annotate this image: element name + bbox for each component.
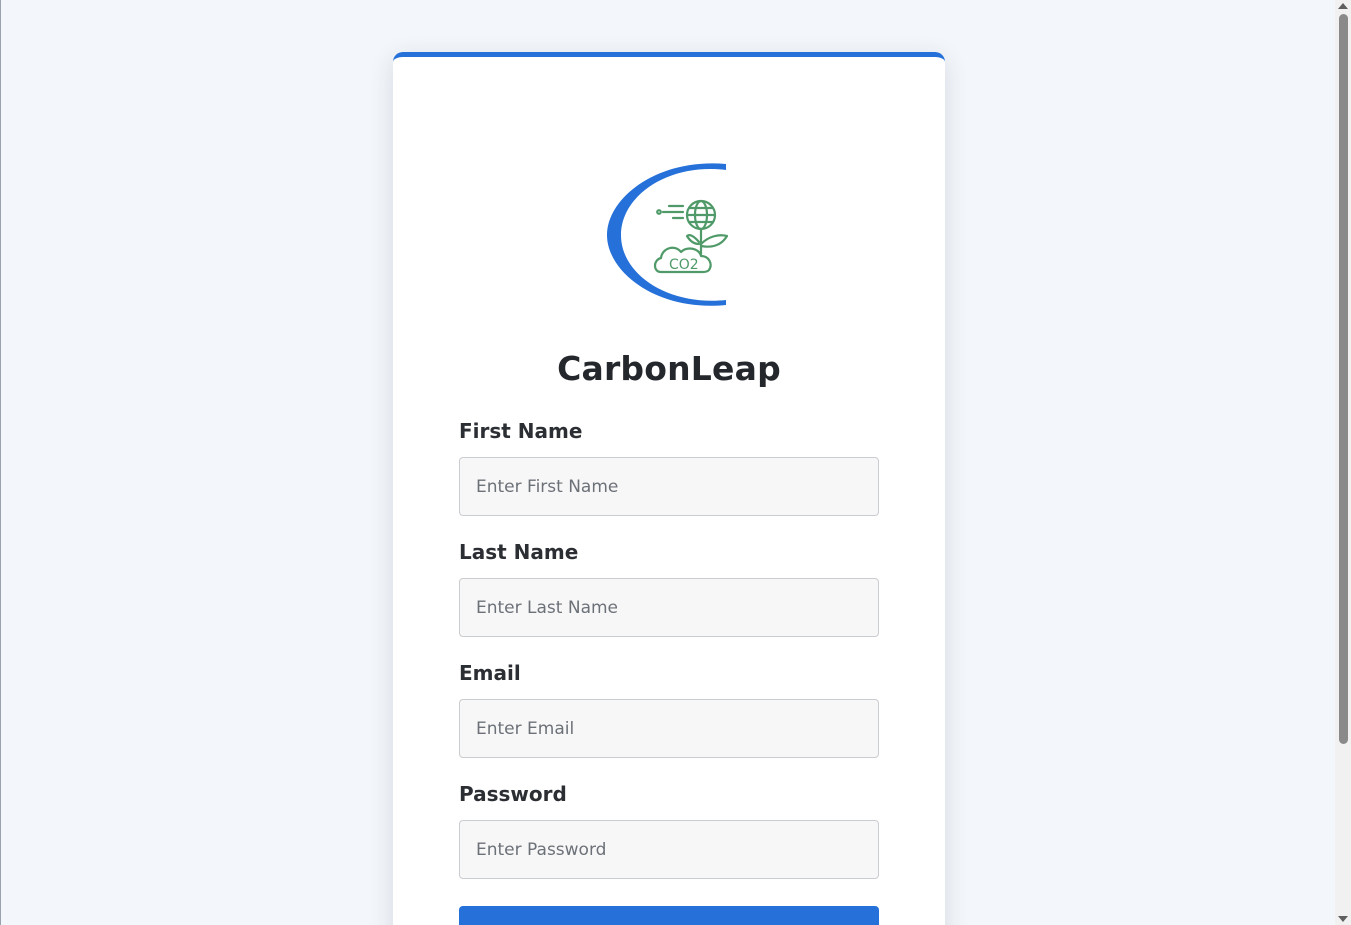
email-input[interactable] (459, 699, 879, 758)
password-input[interactable] (459, 820, 879, 879)
brand-title: CarbonLeap (557, 349, 781, 388)
submit-button[interactable] (459, 906, 879, 925)
email-label: Email (459, 661, 521, 685)
signup-card: CO2 CarbonLeap First Name Last Name Emai… (393, 52, 945, 925)
first-name-input[interactable] (459, 457, 879, 516)
last-name-input[interactable] (459, 578, 879, 637)
scroll-down-arrow-icon[interactable] (1338, 916, 1348, 922)
password-label: Password (459, 782, 567, 806)
carbonleap-logo: CO2 (607, 163, 729, 306)
vertical-scrollbar[interactable] (1335, 0, 1351, 925)
logo-co2-text: CO2 (669, 257, 699, 273)
last-name-label: Last Name (459, 540, 579, 564)
first-name-label: First Name (459, 419, 583, 443)
page-viewport: CO2 CarbonLeap First Name Last Name Emai… (0, 0, 1335, 925)
scrollbar-thumb[interactable] (1339, 14, 1348, 744)
scroll-up-arrow-icon[interactable] (1338, 3, 1348, 9)
